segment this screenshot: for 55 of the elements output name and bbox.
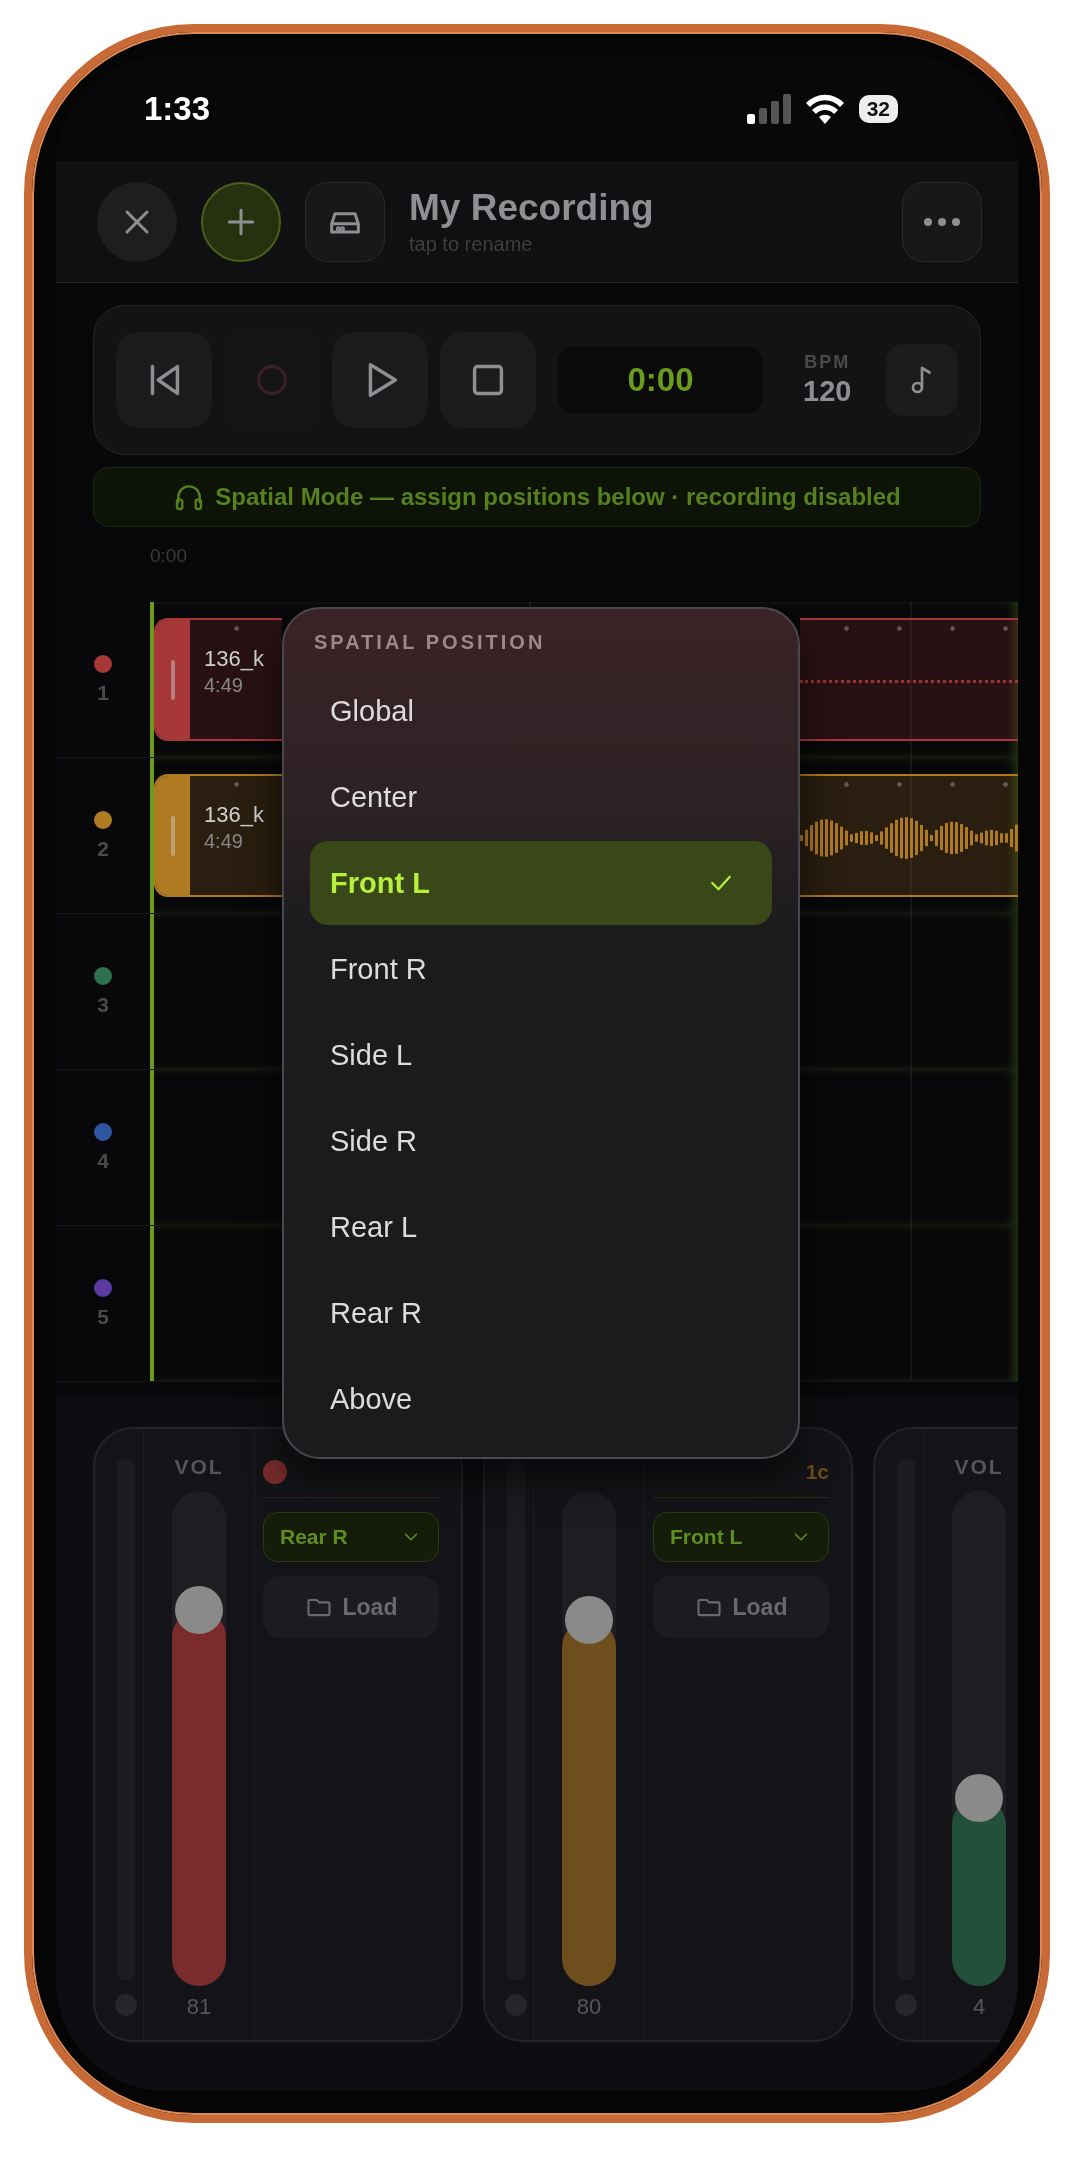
menu-item[interactable]: Rear L <box>310 1185 772 1269</box>
bpm-label: BPM <box>804 352 851 373</box>
play-button[interactable] <box>332 332 428 428</box>
clip-name: 136_k <box>204 802 264 828</box>
track-number: 2 <box>97 836 109 861</box>
grip-handle[interactable] <box>171 815 175 856</box>
grip-handle[interactable] <box>171 659 175 700</box>
menu-item[interactable]: Global <box>310 669 772 753</box>
position-dropdown[interactable]: Rear R <box>263 1512 439 1562</box>
volume-fader[interactable] <box>952 1491 1006 1986</box>
menu-item[interactable]: Side L <box>310 1013 772 1097</box>
wifi-icon <box>804 93 845 124</box>
more-button[interactable] <box>902 181 982 262</box>
audio-clip-tail[interactable] <box>800 618 1018 741</box>
volume-fader[interactable] <box>562 1491 616 1986</box>
status-time: 1:33 <box>144 89 211 128</box>
track-number: 3 <box>97 992 109 1017</box>
track-number: 4 <box>97 1148 109 1173</box>
menu-item[interactable]: Rear R <box>310 1271 772 1355</box>
banner-text: Spatial Mode — assign positions below · recording disabled <box>215 483 901 511</box>
project-title[interactable]: My Recording <box>409 187 878 229</box>
vol-label: VOL <box>174 1455 224 1480</box>
fader-thumb[interactable] <box>175 1585 223 1634</box>
track-number: 1 <box>97 680 109 705</box>
position-dropdown[interactable]: Front L <box>653 1512 829 1562</box>
menu-item[interactable]: Side R <box>310 1099 772 1183</box>
fader-thumb[interactable] <box>565 1595 613 1644</box>
volume-fader[interactable] <box>172 1491 226 1986</box>
audio-clip-tail[interactable] <box>800 774 1018 897</box>
volume-value: 81 <box>186 1994 212 2020</box>
stop-button[interactable] <box>440 332 536 428</box>
metronome-button[interactable] <box>886 344 958 416</box>
volume-value: 4 <box>972 1994 986 2020</box>
vol-label: VOL <box>954 1455 1004 1480</box>
storage-button[interactable] <box>305 181 385 262</box>
clip-duration: 4:49 <box>204 674 244 697</box>
more-icon <box>924 217 960 226</box>
fader-thumb[interactable] <box>955 1773 1003 1822</box>
skip-back-button[interactable] <box>116 332 212 428</box>
menu-item[interactable]: Center <box>310 755 772 839</box>
menu-title: SPATIAL POSITION <box>313 631 547 655</box>
channel-count: 1c <box>805 1460 829 1484</box>
menu-item[interactable]: Front R <box>310 927 772 1011</box>
clip-duration: 4:49 <box>204 830 244 853</box>
audio-clip[interactable]: 136_k 4:49 <box>154 618 282 741</box>
menu-item[interactable]: Front L <box>310 841 772 925</box>
bpm-value[interactable]: 120 <box>803 375 852 408</box>
clip-name: 136_k <box>204 646 264 672</box>
menu-item[interactable]: Above <box>310 1357 772 1441</box>
audio-clip[interactable]: 136_k 4:49 <box>154 774 282 897</box>
time-display: 0:00 <box>558 346 763 414</box>
track-number: 5 <box>97 1304 109 1329</box>
battery-level: 32 <box>858 94 898 123</box>
volume-value: 80 <box>576 1994 602 2020</box>
signal-icon <box>746 93 791 124</box>
